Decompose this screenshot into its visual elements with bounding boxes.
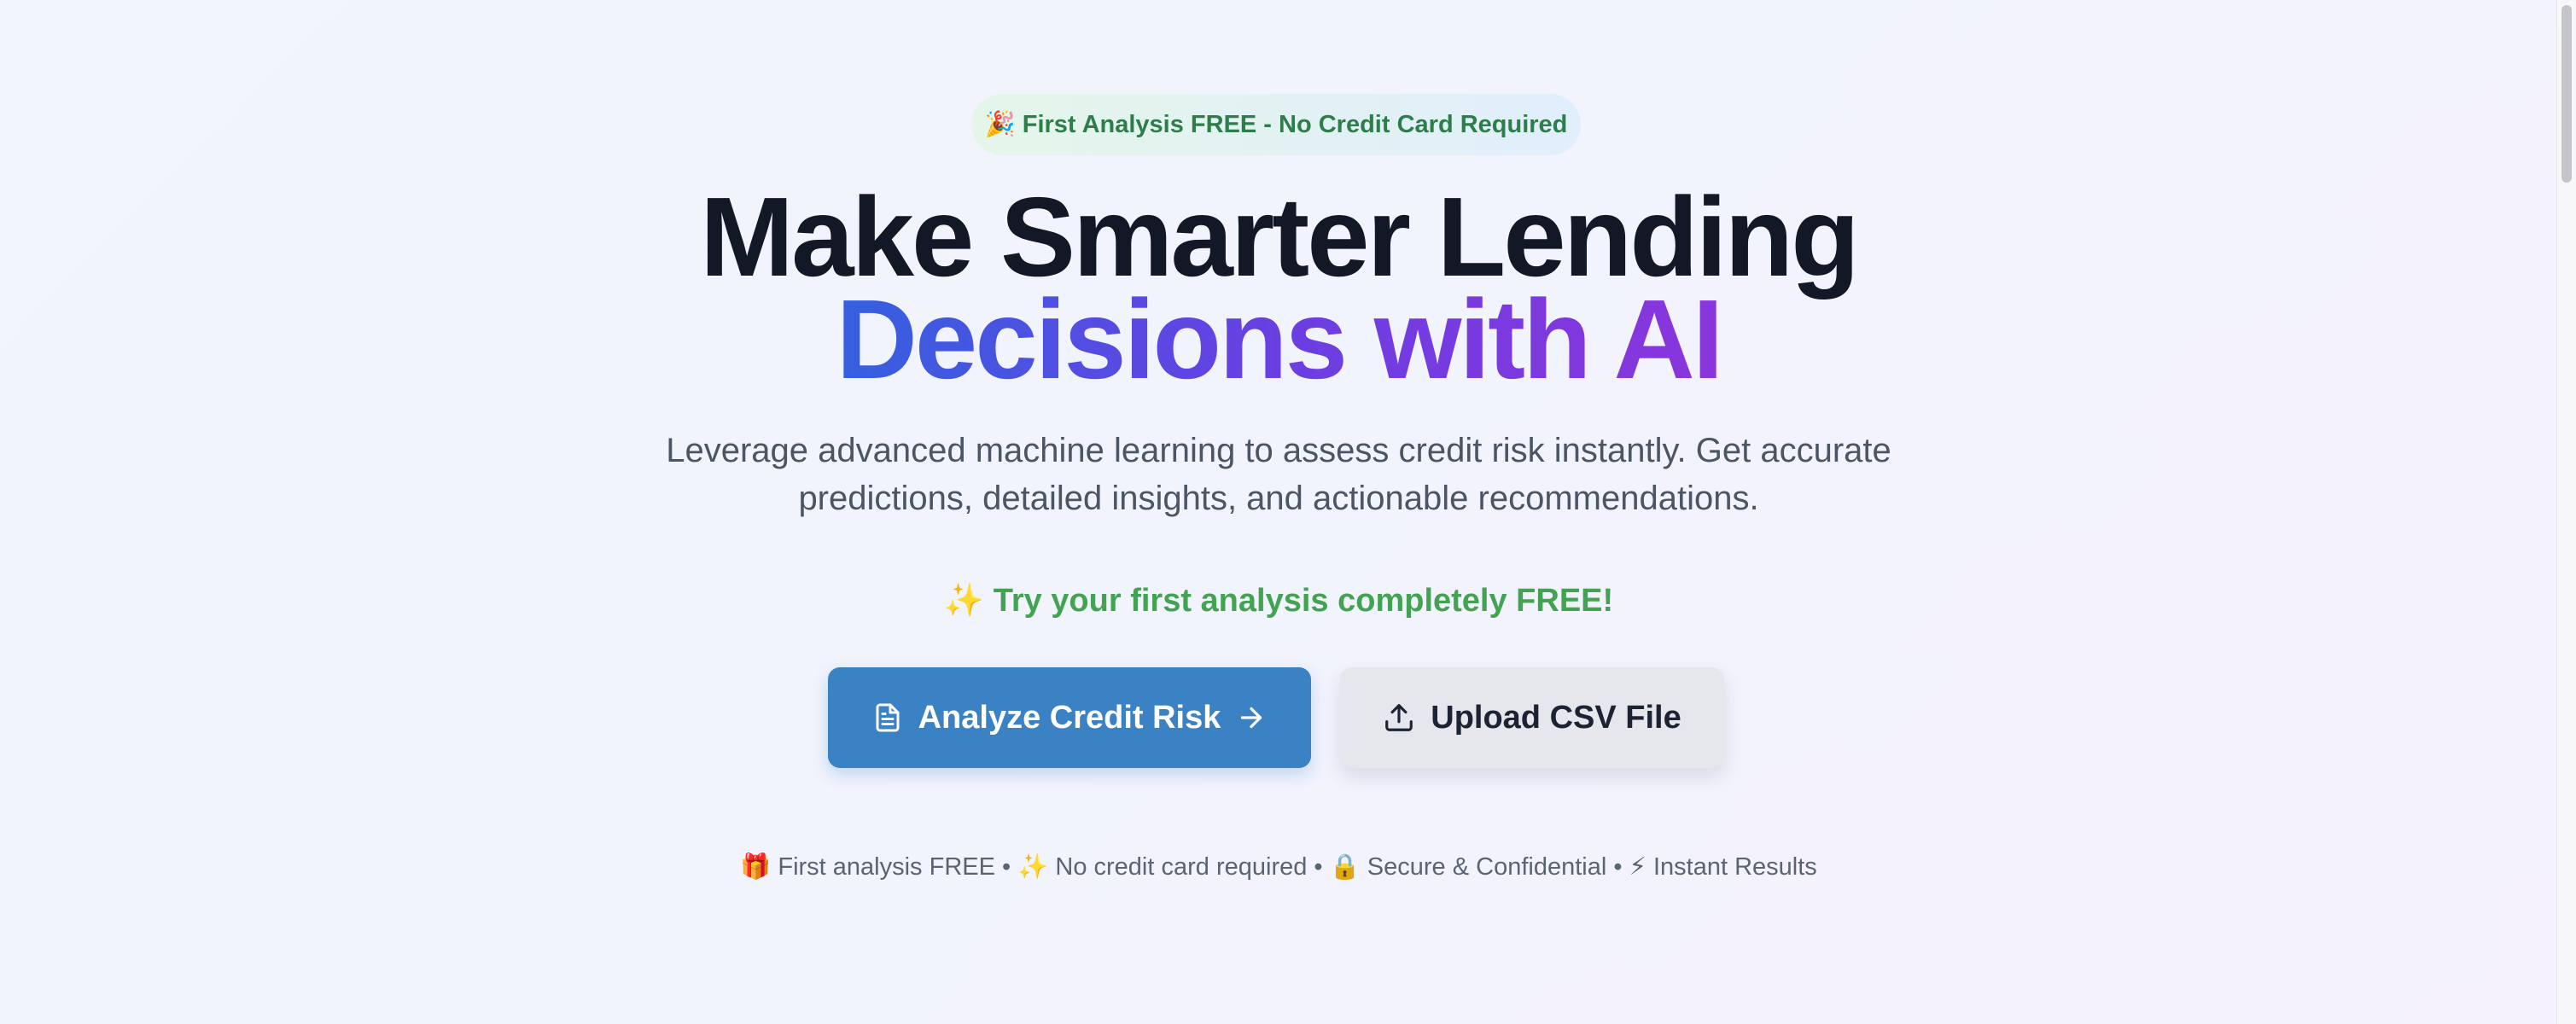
upload-icon <box>1383 701 1415 734</box>
free-analysis-badge: 🎉 First Analysis FREE - No Credit Card R… <box>971 94 1581 155</box>
vertical-scrollbar[interactable] <box>2556 0 2576 1024</box>
analyze-credit-risk-button[interactable]: Analyze Credit Risk <box>828 667 1311 768</box>
hero-title-gradient-text: Decisions with AI <box>836 276 1724 402</box>
hero-title-line2: Decisions with AI <box>0 280 2557 399</box>
arrow-right-icon <box>1236 702 1267 733</box>
hero-section: 🎉 First Analysis FREE - No Credit Card R… <box>0 0 2557 1024</box>
free-trial-promo: ✨ Try your first analysis completely FRE… <box>943 583 1614 619</box>
analyze-credit-risk-label: Analyze Credit Risk <box>918 699 1221 736</box>
document-icon <box>872 701 903 735</box>
landing-page: 🎉 First Analysis FREE - No Credit Card R… <box>0 0 2557 1024</box>
scrollbar-thumb[interactable] <box>2561 5 2572 183</box>
upload-csv-label: Upload CSV File <box>1431 699 1681 736</box>
feature-highlights: 🎁 First analysis FREE • ✨ No credit card… <box>740 853 1817 881</box>
upload-csv-button[interactable]: Upload CSV File <box>1340 667 1724 768</box>
hero-subtitle: Leverage advanced machine learning to as… <box>666 432 1891 517</box>
